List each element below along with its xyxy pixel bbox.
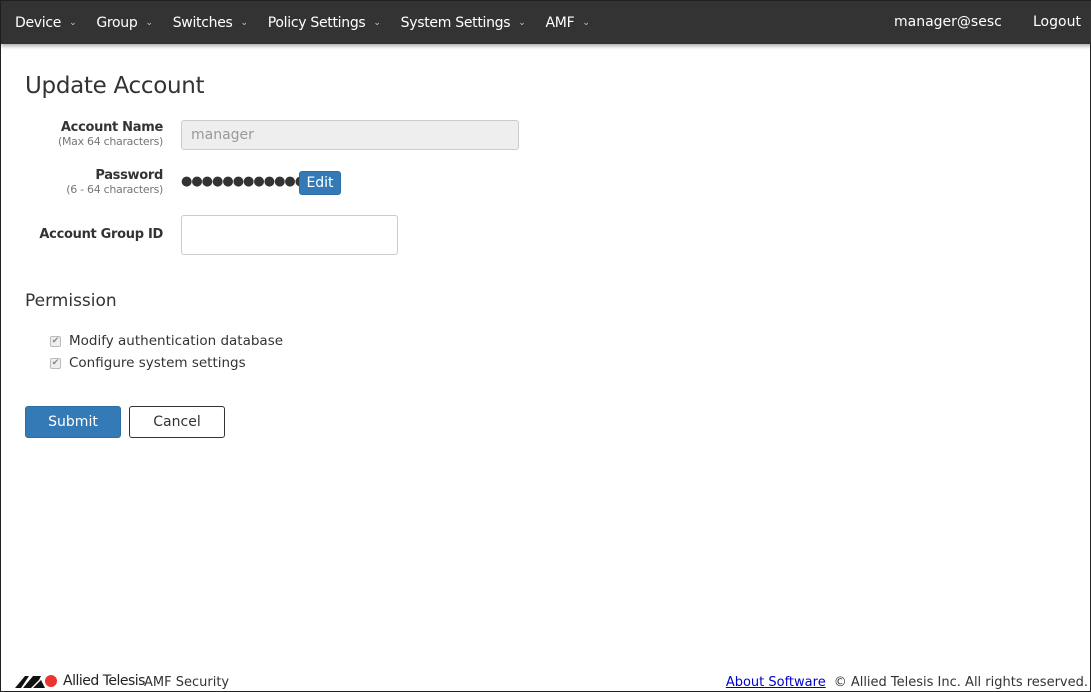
password-label: Password (6 - 64 characters)	[66, 168, 163, 196]
group-id-label: Account Group ID	[39, 227, 163, 242]
nav-label: Group	[96, 14, 138, 31]
nav-group[interactable]: Group ⌄	[96, 14, 153, 31]
product-name: AMF Security	[144, 675, 230, 690]
checkbox-label: Modify authentication database	[69, 333, 284, 349]
nav-label: Policy Settings	[267, 14, 366, 31]
page-title: Update Account	[25, 73, 205, 99]
user-menu[interactable]: manager@sesc	[894, 14, 1002, 30]
about-software-link[interactable]: About Software	[726, 675, 826, 690]
label-text: Password	[95, 168, 163, 183]
chevron-down-icon: ⌄	[240, 17, 249, 28]
permission-modify-auth-db[interactable]: ✔ Modify authentication database	[50, 333, 283, 349]
hint: (6 - 64 characters)	[66, 183, 163, 196]
chevron-down-icon: ⌄	[518, 17, 526, 28]
nav-label: AMF	[545, 14, 575, 31]
nav-label: Switches	[172, 14, 233, 31]
nav-amf[interactable]: AMF ⌄	[546, 15, 590, 31]
logout-link[interactable]: Logout	[1033, 14, 1081, 30]
copyright: © Allied Telesis Inc. All rights reserve…	[833, 675, 1088, 690]
checkbox-label: Configure system settings	[69, 355, 246, 371]
nav-switches[interactable]: Switches ⌄	[173, 15, 248, 31]
nav-label: Device	[15, 14, 62, 31]
permission-configure-system[interactable]: ✔ Configure system settings	[50, 355, 246, 371]
chevron-down-icon: ⌄	[69, 17, 77, 28]
nav-device[interactable]: Device ⌄	[15, 14, 77, 31]
checkbox-checked-icon[interactable]: ✔	[50, 357, 61, 369]
account-group-id-input[interactable]	[181, 215, 398, 255]
footer: Allied Telesis AMF Security About Softwa…	[1, 667, 1091, 691]
hint: (Max 64 characters)	[57, 135, 163, 148]
label-text: Account Name	[60, 120, 163, 135]
account-name-input[interactable]: manager	[181, 120, 519, 150]
nav-label: System Settings	[400, 14, 511, 31]
top-nav: Device ⌄ Group ⌄ Switches ⌄ Policy Settings…	[1, 1, 1091, 44]
logo-mark-icon	[15, 675, 57, 688]
permission-heading: Permission	[25, 291, 117, 311]
checkbox-checked-icon[interactable]: ✔	[50, 335, 61, 347]
chevron-down-icon: ⌄	[145, 17, 153, 28]
allied-telesis-logo: Allied Telesis	[15, 673, 145, 689]
nav-system-settings[interactable]: System Settings ⌄	[401, 15, 526, 31]
chevron-down-icon: ⌄	[373, 17, 381, 28]
brand-text: Allied Telesis	[63, 673, 145, 689]
chevron-down-icon: ⌄	[582, 17, 590, 28]
submit-button[interactable]: Submit	[25, 406, 121, 438]
cancel-button[interactable]: Cancel	[129, 406, 225, 438]
edit-password-button[interactable]: Edit	[299, 171, 341, 195]
account-name-label: Account Name (Max 64 characters)	[58, 120, 163, 148]
nav-policy-settings[interactable]: Policy Settings ⌄	[268, 15, 381, 31]
